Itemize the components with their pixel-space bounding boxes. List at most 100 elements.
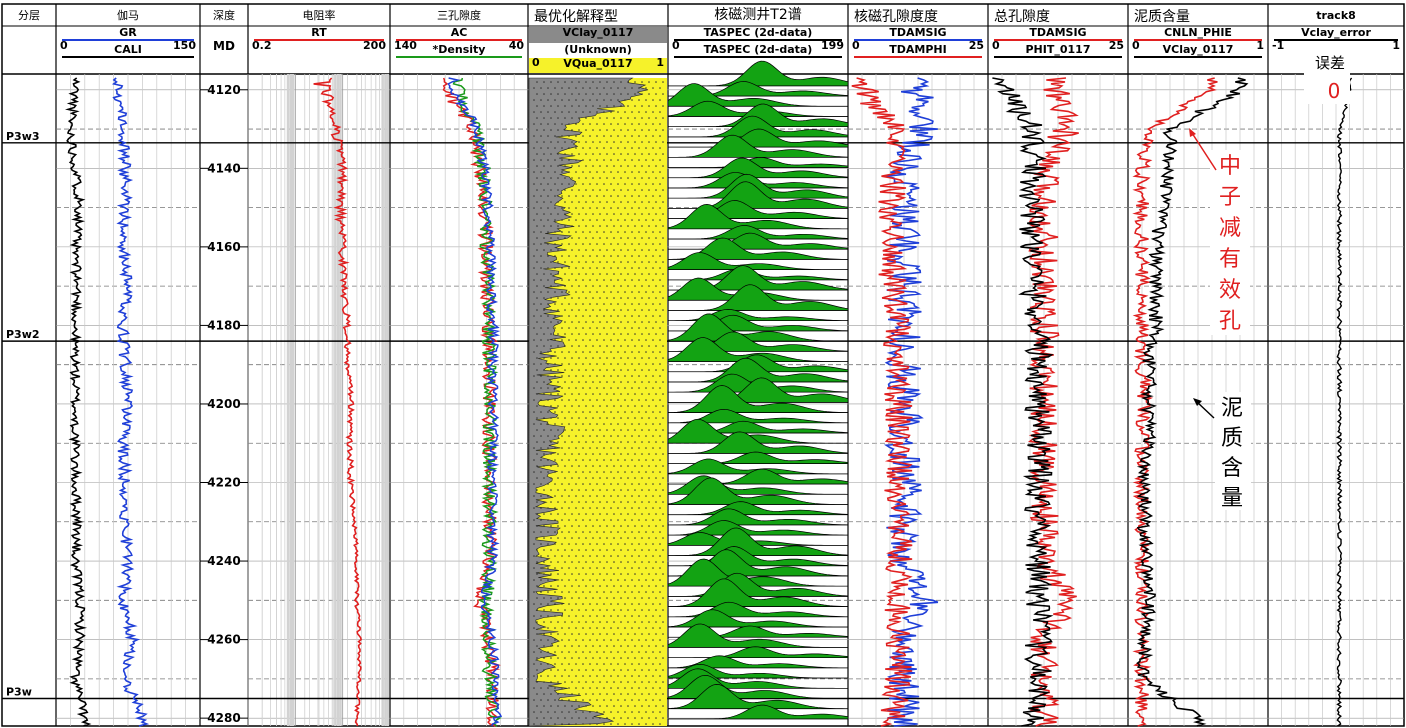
sand-dot [575, 435, 577, 437]
sand-dot [627, 177, 629, 179]
sand-dot [564, 441, 566, 443]
sand-dot [631, 471, 633, 473]
sand-dot [589, 147, 591, 149]
sand-dot [645, 591, 647, 593]
sand-dot [645, 279, 647, 281]
sand-dot [550, 525, 552, 527]
zone-label: P3w [6, 686, 32, 699]
sand-dot [557, 573, 559, 575]
sand-dot [540, 135, 542, 137]
sand-dot [582, 147, 584, 149]
sand-dot [645, 687, 647, 689]
sand-dot [617, 555, 619, 557]
sand-dot [533, 663, 535, 665]
sand-dot [592, 81, 594, 83]
sand-dot [648, 441, 650, 443]
sand-dot [592, 717, 594, 719]
sand-dot [655, 429, 657, 431]
sand-dot [536, 621, 538, 623]
sand-dot [603, 87, 605, 89]
sand-dot [575, 339, 577, 341]
sand-dot [617, 147, 619, 149]
sand-dot [540, 207, 542, 209]
sand-dot [536, 297, 538, 299]
sand-dot [550, 477, 552, 479]
sand-dot [582, 723, 584, 725]
sand-dot [603, 447, 605, 449]
sand-dot [533, 147, 535, 149]
sand-dot [582, 483, 584, 485]
sand-dot [589, 687, 591, 689]
sand-dot [617, 543, 619, 545]
sand-dot [536, 453, 538, 455]
sand-dot [596, 519, 598, 521]
sand-dot [543, 597, 545, 599]
sand-dot [648, 129, 650, 131]
sand-dot [631, 243, 633, 245]
sand-dot [571, 333, 573, 335]
sand-dot [634, 189, 636, 191]
sand-dot [561, 627, 563, 629]
sand-dot [550, 357, 552, 359]
sand-dot [606, 225, 608, 227]
sand-dot [554, 111, 556, 113]
sand-dot [631, 699, 633, 701]
sand-dot [571, 105, 573, 107]
sand-dot [599, 321, 601, 323]
sand-dot [536, 141, 538, 143]
sand-dot [638, 87, 640, 89]
sand-dot [606, 201, 608, 203]
sand-dot [641, 141, 643, 143]
sand-dot [617, 183, 619, 185]
sand-dot [536, 177, 538, 179]
sand-dot [641, 513, 643, 515]
sand-dot [575, 687, 577, 689]
sand-dot [641, 309, 643, 311]
sand-dot [543, 345, 545, 347]
sand-dot [550, 369, 552, 371]
sand-dot [603, 387, 605, 389]
sand-dot [554, 411, 556, 413]
sand-dot [599, 669, 601, 671]
sand-dot [659, 603, 661, 605]
sand-dot [561, 555, 563, 557]
sand-dot [620, 705, 622, 707]
sand-dot [533, 351, 535, 353]
sand-dot [631, 267, 633, 269]
sand-dot [585, 501, 587, 503]
sand-dot [638, 267, 640, 269]
sand-dot [627, 117, 629, 119]
sand-dot [578, 225, 580, 227]
sand-dot [638, 615, 640, 617]
sand-dot [641, 213, 643, 215]
sand-dot [662, 489, 664, 491]
sand-dot [582, 87, 584, 89]
sand-dot [578, 237, 580, 239]
sand-dot [617, 87, 619, 89]
sand-dot [624, 663, 626, 665]
sand-dot [568, 687, 570, 689]
sand-dot [606, 213, 608, 215]
sand-dot [603, 483, 605, 485]
sand-dot [547, 555, 549, 557]
sand-dot [652, 651, 654, 653]
sand-dot [564, 633, 566, 635]
sand-dot [634, 381, 636, 383]
sand-dot [550, 633, 552, 635]
sand-dot [571, 429, 573, 431]
sand-dot [582, 519, 584, 521]
sand-dot [624, 471, 626, 473]
sand-dot [634, 249, 636, 251]
sand-dot [613, 429, 615, 431]
sand-dot [568, 699, 570, 701]
sand-dot [641, 153, 643, 155]
sand-dot [617, 387, 619, 389]
sand-dot [652, 255, 654, 257]
sand-dot [540, 219, 542, 221]
sand-dot [596, 183, 598, 185]
sand-dot [606, 705, 608, 707]
sand-dot [606, 153, 608, 155]
sand-dot [592, 669, 594, 671]
sand-dot [655, 489, 657, 491]
sand-dot [648, 189, 650, 191]
